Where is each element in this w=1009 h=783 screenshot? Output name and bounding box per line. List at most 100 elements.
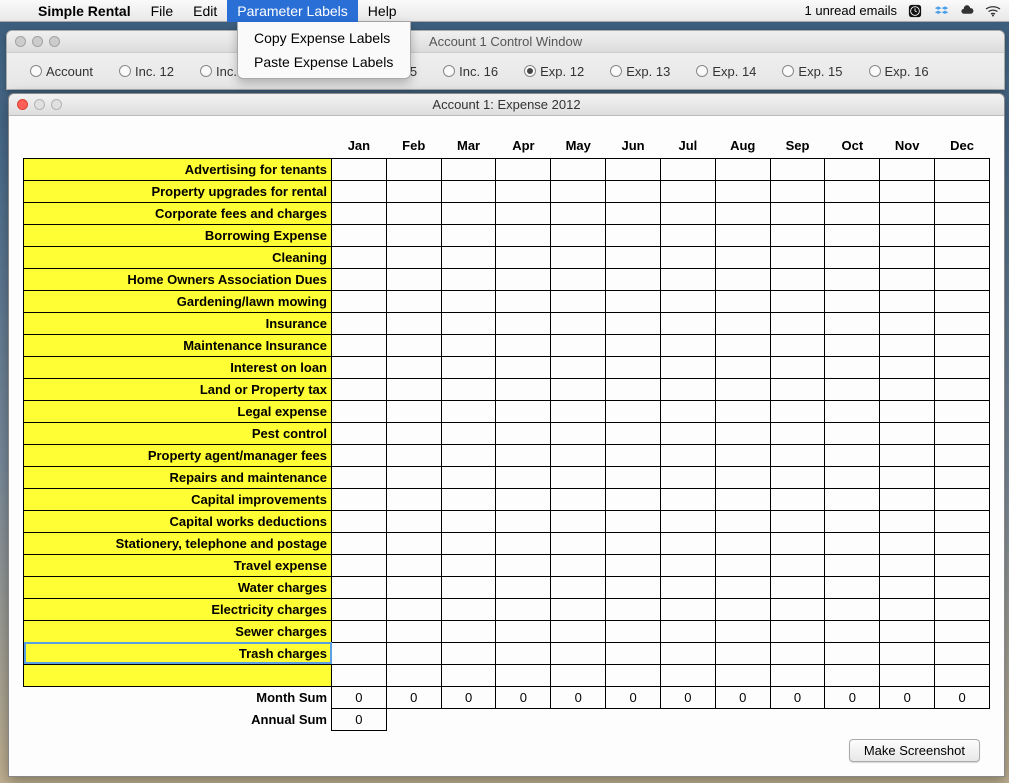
data-cell[interactable] — [496, 400, 551, 422]
data-cell[interactable] — [660, 290, 715, 312]
data-cell[interactable] — [551, 202, 606, 224]
data-cell[interactable] — [332, 488, 387, 510]
data-cell[interactable] — [660, 598, 715, 620]
data-cell[interactable] — [715, 598, 770, 620]
data-cell[interactable] — [715, 290, 770, 312]
data-cell[interactable] — [386, 598, 441, 620]
data-cell[interactable] — [935, 554, 990, 576]
data-cell[interactable] — [935, 444, 990, 466]
data-cell[interactable] — [386, 180, 441, 202]
data-cell[interactable] — [825, 334, 880, 356]
data-cell[interactable] — [441, 510, 496, 532]
data-cell[interactable] — [660, 180, 715, 202]
data-cell[interactable] — [496, 554, 551, 576]
data-cell[interactable] — [332, 224, 387, 246]
radio-inc-16[interactable]: Inc. 16 — [430, 64, 511, 79]
data-cell[interactable] — [551, 444, 606, 466]
data-cell[interactable] — [660, 422, 715, 444]
data-cell[interactable] — [660, 510, 715, 532]
data-cell[interactable] — [770, 488, 825, 510]
category-label[interactable]: Travel expense — [24, 554, 332, 576]
data-cell[interactable] — [825, 290, 880, 312]
data-cell[interactable] — [935, 378, 990, 400]
data-cell[interactable] — [551, 466, 606, 488]
data-cell[interactable] — [441, 356, 496, 378]
data-cell[interactable] — [770, 202, 825, 224]
data-cell[interactable] — [715, 224, 770, 246]
data-cell[interactable] — [715, 246, 770, 268]
make-screenshot-button[interactable]: Make Screenshot — [849, 739, 980, 762]
data-cell[interactable] — [660, 664, 715, 686]
data-cell[interactable] — [880, 312, 935, 334]
category-label[interactable]: Trash charges — [24, 642, 332, 664]
data-cell[interactable] — [770, 620, 825, 642]
data-cell[interactable] — [332, 312, 387, 334]
data-cell[interactable] — [496, 202, 551, 224]
data-cell[interactable] — [551, 356, 606, 378]
data-cell[interactable] — [715, 620, 770, 642]
data-cell[interactable] — [880, 642, 935, 664]
category-label[interactable]: Land or Property tax — [24, 378, 332, 400]
data-cell[interactable] — [332, 356, 387, 378]
category-label[interactable]: Property agent/manager fees — [24, 444, 332, 466]
data-cell[interactable] — [332, 400, 387, 422]
data-cell[interactable] — [660, 444, 715, 466]
data-cell[interactable] — [386, 532, 441, 554]
data-cell[interactable] — [880, 664, 935, 686]
data-cell[interactable] — [441, 444, 496, 466]
data-cell[interactable] — [770, 466, 825, 488]
data-cell[interactable] — [386, 312, 441, 334]
data-cell[interactable] — [496, 246, 551, 268]
category-label[interactable]: Sewer charges — [24, 620, 332, 642]
data-cell[interactable] — [880, 554, 935, 576]
data-cell[interactable] — [935, 466, 990, 488]
data-cell[interactable] — [496, 180, 551, 202]
data-cell[interactable] — [880, 488, 935, 510]
data-cell[interactable] — [332, 466, 387, 488]
data-cell[interactable] — [825, 620, 880, 642]
data-cell[interactable] — [880, 620, 935, 642]
data-cell[interactable] — [770, 378, 825, 400]
radio-exp-13[interactable]: Exp. 13 — [597, 64, 683, 79]
data-cell[interactable] — [606, 290, 661, 312]
data-cell[interactable] — [825, 466, 880, 488]
data-cell[interactable] — [332, 268, 387, 290]
data-cell[interactable] — [770, 268, 825, 290]
data-cell[interactable] — [825, 246, 880, 268]
menu-help[interactable]: Help — [358, 0, 407, 22]
data-cell[interactable] — [660, 224, 715, 246]
data-cell[interactable] — [441, 202, 496, 224]
data-cell[interactable] — [935, 532, 990, 554]
data-cell[interactable] — [935, 202, 990, 224]
menu-file[interactable]: File — [141, 0, 184, 22]
data-cell[interactable] — [441, 554, 496, 576]
data-cell[interactable] — [386, 378, 441, 400]
data-cell[interactable] — [551, 312, 606, 334]
data-cell[interactable] — [606, 202, 661, 224]
data-cell[interactable] — [606, 356, 661, 378]
data-cell[interactable] — [935, 268, 990, 290]
data-cell[interactable] — [606, 224, 661, 246]
data-cell[interactable] — [386, 466, 441, 488]
data-cell[interactable] — [386, 576, 441, 598]
data-cell[interactable] — [386, 290, 441, 312]
data-cell[interactable] — [441, 224, 496, 246]
data-cell[interactable] — [935, 576, 990, 598]
category-label[interactable]: Stationery, telephone and postage — [24, 532, 332, 554]
data-cell[interactable] — [551, 268, 606, 290]
data-cell[interactable] — [606, 642, 661, 664]
data-cell[interactable] — [825, 532, 880, 554]
data-cell[interactable] — [715, 466, 770, 488]
category-label[interactable]: Interest on loan — [24, 356, 332, 378]
data-cell[interactable] — [880, 202, 935, 224]
data-cell[interactable] — [770, 576, 825, 598]
data-cell[interactable] — [880, 598, 935, 620]
radio-exp-15[interactable]: Exp. 15 — [769, 64, 855, 79]
data-cell[interactable] — [386, 268, 441, 290]
data-cell[interactable] — [551, 224, 606, 246]
data-cell[interactable] — [606, 400, 661, 422]
data-cell[interactable] — [386, 664, 441, 686]
data-cell[interactable] — [660, 246, 715, 268]
data-cell[interactable] — [496, 598, 551, 620]
data-cell[interactable] — [386, 400, 441, 422]
